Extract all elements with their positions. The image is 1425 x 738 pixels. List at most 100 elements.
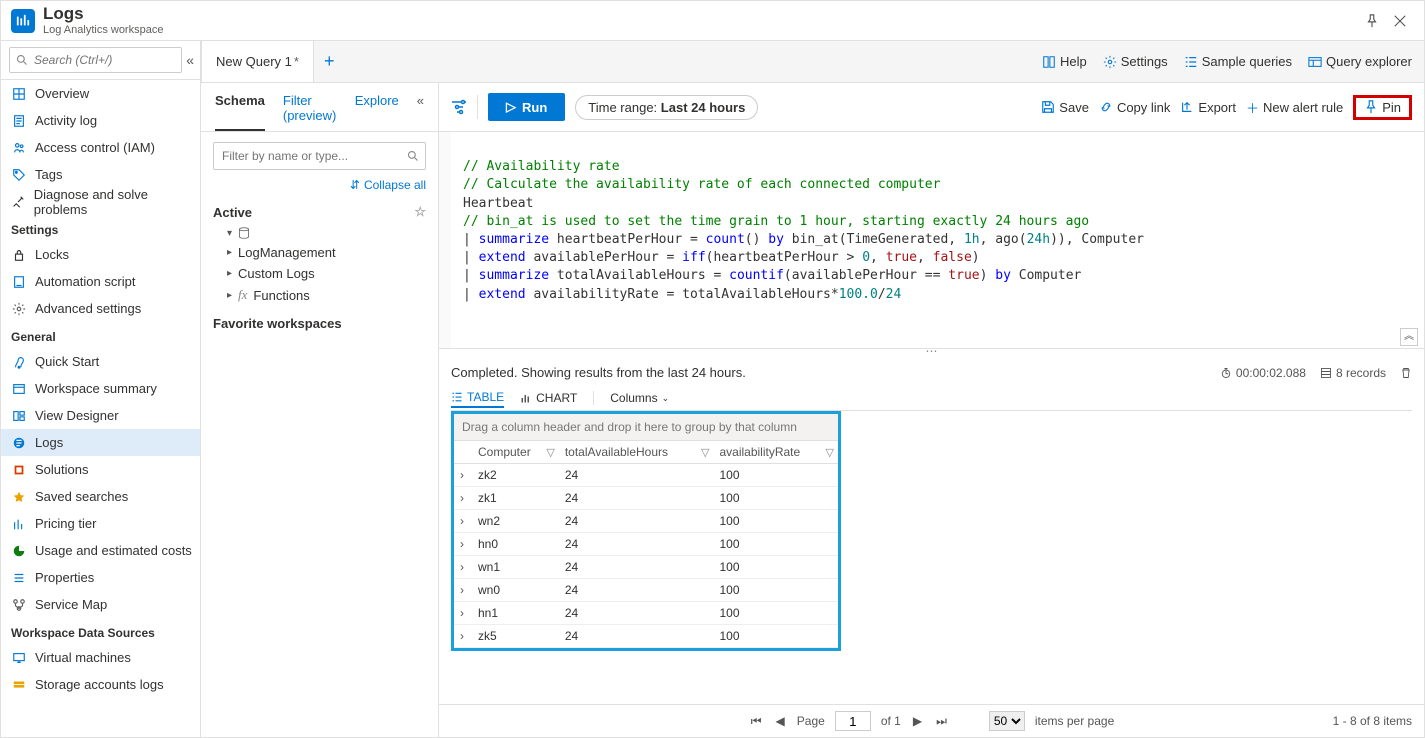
- sidebar-item-automation-script[interactable]: Automation script: [1, 268, 200, 295]
- tree-node[interactable]: ▸LogManagement: [213, 242, 426, 263]
- schema-tab[interactable]: Schema: [215, 93, 265, 131]
- sidebar-item-logs[interactable]: Logs: [1, 429, 200, 456]
- collapse-sidebar-icon[interactable]: «: [182, 52, 194, 68]
- time-range-picker[interactable]: Time range: Last 24 hours: [575, 95, 758, 120]
- sidebar-item-tags[interactable]: Tags: [1, 161, 200, 188]
- settings-button[interactable]: Settings: [1103, 54, 1168, 69]
- sidebar-item-access-control-iam-[interactable]: Access control (IAM): [1, 134, 200, 161]
- pager-first-icon[interactable]: ⏮: [749, 714, 764, 729]
- expand-up-icon[interactable]: ︽: [1400, 328, 1418, 346]
- tree-node-workspace[interactable]: ▾: [213, 224, 426, 242]
- sidebar-item-virtual-machines[interactable]: Virtual machines: [1, 644, 200, 671]
- column-header-computer[interactable]: Computer ▽: [472, 441, 559, 464]
- table-row[interactable]: ›wn224100: [454, 510, 838, 533]
- help-button[interactable]: Help: [1042, 54, 1087, 69]
- expand-row-icon[interactable]: ›: [454, 602, 472, 625]
- sidebar-item-quick-start[interactable]: Quick Start: [1, 348, 200, 375]
- query-tab[interactable]: New Query 1 *: [201, 41, 314, 82]
- sidebar-item-properties[interactable]: Properties: [1, 564, 200, 591]
- table-row[interactable]: ›zk524100: [454, 625, 838, 648]
- collapse-schema-icon[interactable]: «: [417, 93, 424, 131]
- sidebar-item-solutions[interactable]: Solutions: [1, 456, 200, 483]
- export-button[interactable]: Export: [1180, 100, 1236, 115]
- filter-icon[interactable]: ▽: [701, 446, 709, 459]
- sidebar-item-advanced-settings[interactable]: Advanced settings: [1, 295, 200, 322]
- delete-results-icon[interactable]: [1400, 367, 1412, 379]
- new-alert-rule-button[interactable]: ＋ New alert rule: [1246, 98, 1343, 117]
- close-icon[interactable]: [1386, 7, 1414, 35]
- sidebar-item-storage-accounts-logs[interactable]: Storage accounts logs: [1, 671, 200, 698]
- page-size-select[interactable]: 50: [989, 711, 1025, 731]
- schema-filter-input[interactable]: [220, 148, 407, 164]
- tree-node[interactable]: ▸Custom Logs: [213, 263, 426, 284]
- caret-right-icon: ▸: [227, 268, 232, 279]
- pin-button[interactable]: Pin: [1353, 95, 1412, 120]
- tab-label: New Query 1: [216, 54, 292, 69]
- copy-link-button[interactable]: Copy link: [1099, 100, 1170, 115]
- filter-preview-tab[interactable]: Filter (preview): [283, 93, 337, 131]
- sample-queries-button[interactable]: Sample queries: [1184, 54, 1292, 69]
- explore-tab[interactable]: Explore: [355, 93, 399, 131]
- add-tab-button[interactable]: +: [314, 41, 345, 82]
- sidebar-item-service-map[interactable]: Service Map: [1, 591, 200, 618]
- search-icon: [407, 150, 419, 162]
- expand-row-icon[interactable]: ›: [454, 625, 472, 648]
- chart-view-tab[interactable]: CHART: [520, 389, 577, 407]
- table-row[interactable]: ›wn124100: [454, 556, 838, 579]
- table-row[interactable]: ›hn124100: [454, 602, 838, 625]
- cell-availabilityrate: 100: [713, 625, 838, 648]
- columns-dropdown[interactable]: Columns ⌄: [610, 389, 669, 407]
- search-box[interactable]: [9, 47, 182, 73]
- sidebar-item-view-designer[interactable]: View Designer: [1, 402, 200, 429]
- column-header-totalavailablehours[interactable]: totalAvailableHours ▽: [559, 441, 714, 464]
- save-icon: [1041, 100, 1055, 114]
- logs-icon: [11, 435, 27, 451]
- expand-row-icon[interactable]: ›: [454, 533, 472, 556]
- sidebar-item-saved-searches[interactable]: Saved searches: [1, 483, 200, 510]
- expand-row-icon[interactable]: ›: [454, 579, 472, 602]
- expand-row-icon[interactable]: ›: [454, 487, 472, 510]
- sidebar-item-pricing-tier[interactable]: Pricing tier: [1, 510, 200, 537]
- save-button[interactable]: Save: [1041, 100, 1089, 115]
- table-view-tab[interactable]: TABLE: [451, 388, 504, 408]
- query-explorer-button[interactable]: Query explorer: [1308, 54, 1412, 69]
- expand-row-icon[interactable]: ›: [454, 556, 472, 579]
- collapse-all-link[interactable]: ⇵ Collapse all: [201, 170, 438, 200]
- expand-row-icon[interactable]: ›: [454, 464, 472, 487]
- sidebar-item-diagnose-and-solve-problems[interactable]: Diagnose and solve problems: [1, 188, 200, 215]
- sidebar-item-overview[interactable]: Overview: [1, 80, 200, 107]
- sidebar-item-label: View Designer: [35, 408, 119, 423]
- sidebar-item-label: Solutions: [35, 462, 88, 477]
- page-input[interactable]: [835, 711, 871, 731]
- expand-row-icon[interactable]: ›: [454, 510, 472, 533]
- tree-node[interactable]: ▸fxFunctions: [213, 284, 426, 306]
- schema-filter-box[interactable]: [213, 142, 426, 170]
- table-row[interactable]: ›hn024100: [454, 533, 838, 556]
- caret-right-icon: ▸: [227, 290, 232, 301]
- favorite-star-icon[interactable]: ☆: [414, 204, 426, 220]
- filter-icon[interactable]: ▽: [826, 446, 834, 459]
- pin-header-icon[interactable]: [1358, 7, 1386, 35]
- sidebar-item-label: Storage accounts logs: [35, 677, 164, 692]
- column-header-availabilityrate[interactable]: availabilityRate ▽: [713, 441, 838, 464]
- sidebar-item-workspace-summary[interactable]: Workspace summary: [1, 375, 200, 402]
- active-group-label: Active: [213, 205, 252, 220]
- filter-toggle-icon[interactable]: [451, 99, 467, 115]
- table-row[interactable]: ›wn024100: [454, 579, 838, 602]
- search-input[interactable]: [32, 52, 175, 68]
- pager-prev-icon[interactable]: ◀: [774, 714, 787, 728]
- pager-next-icon[interactable]: ▶: [911, 714, 924, 728]
- table-row[interactable]: ›zk224100: [454, 464, 838, 487]
- sidebar-item-usage-and-estimated-costs[interactable]: Usage and estimated costs: [1, 537, 200, 564]
- resize-handle[interactable]: ⋯: [439, 349, 1424, 357]
- sidebar-item-activity-log[interactable]: Activity log: [1, 107, 200, 134]
- pager-last-icon[interactable]: ⏭: [934, 714, 949, 729]
- sidebar-item-locks[interactable]: Locks: [1, 241, 200, 268]
- group-by-hint[interactable]: Drag a column header and drop it here to…: [454, 414, 838, 441]
- cell-totalavailablehours: 24: [559, 602, 714, 625]
- query-editor[interactable]: // Availability rate // Calculate the av…: [439, 132, 1424, 349]
- filter-icon[interactable]: ▽: [546, 446, 554, 459]
- sidebar-item-label: Overview: [35, 86, 89, 101]
- run-button[interactable]: ▷ Run: [488, 93, 565, 121]
- table-row[interactable]: ›zk124100: [454, 487, 838, 510]
